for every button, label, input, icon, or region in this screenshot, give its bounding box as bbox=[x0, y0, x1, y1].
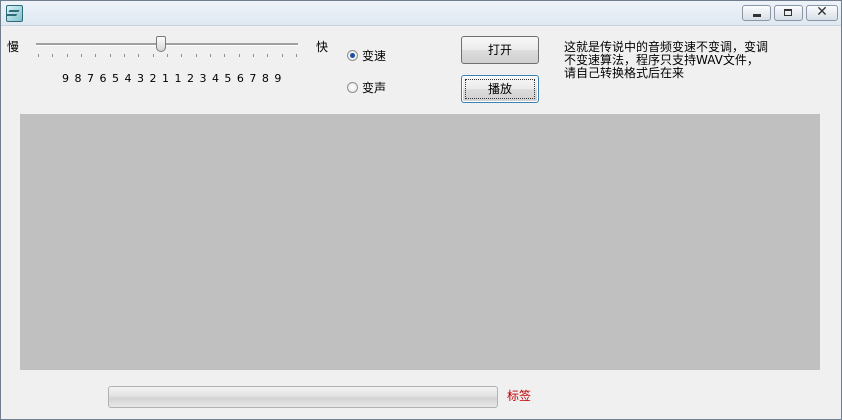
pitch-mode-label: 变声 bbox=[362, 81, 387, 95]
slow-label: 慢 bbox=[7, 40, 20, 54]
description-text: 这就是传说中的音频变速不变调，变调不变速算法，程序只支持WAV文件，请自己转换格… bbox=[564, 40, 769, 80]
slider-tick bbox=[210, 54, 211, 57]
slider-tick bbox=[195, 54, 197, 57]
close-icon: ✕ bbox=[816, 4, 828, 20]
maximize-icon bbox=[784, 9, 792, 16]
speed-mode-radio[interactable]: 变速 bbox=[347, 47, 386, 64]
slider-tick bbox=[66, 54, 68, 57]
radio-checked-icon bbox=[347, 50, 358, 61]
play-button[interactable]: 播放 bbox=[461, 75, 539, 103]
speed-mode-label: 变速 bbox=[362, 49, 387, 63]
speed-slider-track[interactable] bbox=[36, 43, 298, 46]
slider-tick bbox=[124, 54, 125, 57]
maximize-button[interactable] bbox=[774, 5, 803, 21]
slider-tick bbox=[52, 54, 54, 57]
slider-tick bbox=[267, 54, 269, 57]
slider-tick bbox=[181, 54, 183, 57]
pitch-mode-radio[interactable]: 变声 bbox=[347, 79, 386, 96]
slider-tick bbox=[167, 54, 168, 57]
progress-bar bbox=[108, 386, 498, 408]
slider-tick bbox=[38, 54, 39, 57]
slider-tick bbox=[95, 54, 97, 57]
minimize-icon bbox=[753, 14, 761, 17]
slider-tick bbox=[296, 54, 297, 57]
slider-tick bbox=[281, 54, 283, 57]
slider-tick bbox=[238, 54, 240, 57]
slider-tick bbox=[253, 54, 254, 57]
focus-rectangle bbox=[465, 79, 535, 99]
slider-tick bbox=[152, 54, 154, 57]
open-button[interactable]: 打开 bbox=[461, 36, 539, 64]
speed-slider-ticks bbox=[36, 54, 298, 58]
app-icon[interactable] bbox=[6, 5, 23, 22]
slider-tick bbox=[109, 54, 111, 57]
slider-tick bbox=[138, 54, 140, 57]
speed-scale-labels: 9 8 7 6 5 4 3 2 1 1 2 3 4 5 6 7 8 9 bbox=[62, 72, 282, 85]
slider-tick bbox=[81, 54, 82, 57]
radio-unchecked-icon bbox=[347, 82, 358, 93]
status-label: 标签 bbox=[507, 389, 532, 403]
close-button[interactable]: ✕ bbox=[806, 4, 838, 21]
title-bar[interactable]: ✕ bbox=[1, 1, 841, 26]
slider-tick bbox=[224, 54, 226, 57]
minimize-button[interactable] bbox=[742, 5, 771, 21]
speed-slider-thumb[interactable] bbox=[156, 36, 166, 52]
waveform-panel bbox=[20, 114, 820, 370]
main-window: ✕ 慢 快 9 8 7 6 5 4 3 2 1 1 2 3 4 5 6 7 8 … bbox=[0, 0, 842, 420]
fast-label: 快 bbox=[316, 40, 329, 54]
